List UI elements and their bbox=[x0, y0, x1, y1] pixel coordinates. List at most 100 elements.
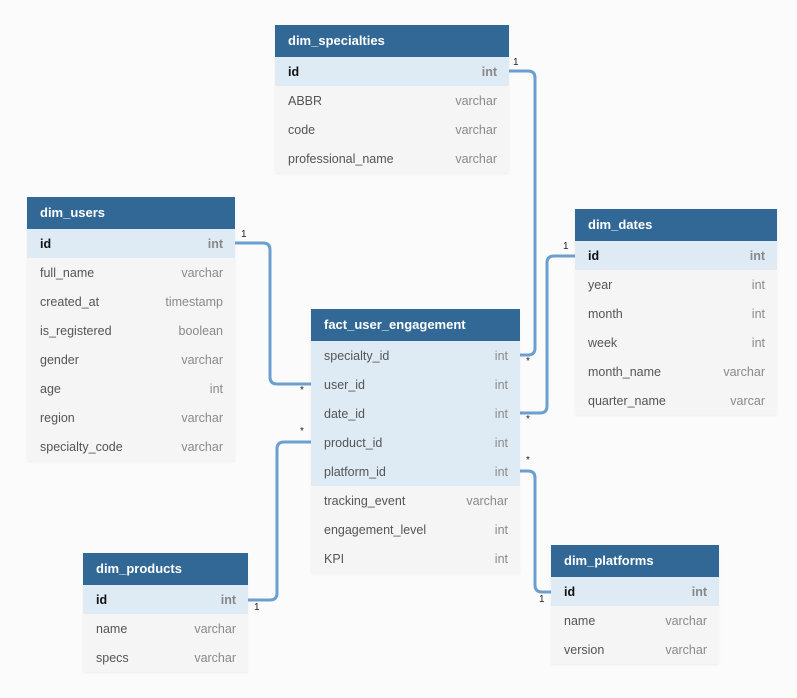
field-row[interactable]: quarter_name varcar bbox=[575, 386, 777, 415]
field-name: user_id bbox=[324, 377, 365, 392]
field-name: specs bbox=[96, 650, 129, 665]
field-type: int bbox=[494, 377, 508, 392]
field-row[interactable]: month_name varchar bbox=[575, 357, 777, 386]
field-row[interactable]: specialty_code varchar bbox=[27, 432, 235, 461]
field-row[interactable]: version varchar bbox=[551, 635, 719, 664]
field-row[interactable]: year int bbox=[575, 270, 777, 299]
field-row[interactable]: id int bbox=[27, 229, 235, 258]
table-header[interactable]: dim_platforms bbox=[551, 545, 719, 577]
field-name: full_name bbox=[40, 265, 95, 280]
cardinality-many: * bbox=[526, 356, 530, 367]
field-row[interactable]: name varchar bbox=[83, 614, 248, 643]
field-type: varchar bbox=[665, 642, 707, 657]
field-name: id bbox=[564, 584, 576, 599]
field-type: timestamp bbox=[165, 294, 223, 309]
field-row[interactable]: code varchar bbox=[275, 115, 509, 144]
field-row[interactable]: name varchar bbox=[551, 606, 719, 635]
field-row[interactable]: engagement_level int bbox=[311, 515, 520, 544]
field-name: is_registered bbox=[40, 323, 112, 338]
field-name: id bbox=[40, 236, 52, 251]
field-type: int bbox=[494, 406, 508, 421]
field-name: product_id bbox=[324, 435, 383, 450]
table-dim-platforms[interactable]: dim_platforms id int name varchar version v… bbox=[551, 545, 719, 664]
cardinality-one: 1 bbox=[513, 57, 519, 68]
table-dim-dates[interactable]: dim_dates id int year int month int week int… bbox=[575, 209, 777, 415]
field-type: int bbox=[751, 306, 765, 321]
field-row[interactable]: product_id int bbox=[311, 428, 520, 457]
field-row[interactable]: user_id int bbox=[311, 370, 520, 399]
cardinality-one: 1 bbox=[254, 602, 260, 613]
field-row[interactable]: specialty_id int bbox=[311, 341, 520, 370]
field-row[interactable]: is_registered boolean bbox=[27, 316, 235, 345]
cardinality-many: * bbox=[526, 455, 530, 466]
field-name: engagement_level bbox=[324, 522, 427, 537]
field-row[interactable]: id int bbox=[83, 585, 248, 614]
field-row[interactable]: age int bbox=[27, 374, 235, 403]
field-row[interactable]: professional_name varchar bbox=[275, 144, 509, 173]
cardinality-one: 1 bbox=[563, 241, 569, 252]
field-type: varcar bbox=[730, 393, 765, 408]
field-name: date_id bbox=[324, 406, 366, 421]
field-row[interactable]: gender varchar bbox=[27, 345, 235, 374]
field-type: varchar bbox=[455, 93, 497, 108]
table-header[interactable]: dim_dates bbox=[575, 209, 777, 241]
field-type: int bbox=[207, 236, 223, 251]
field-name: created_at bbox=[40, 294, 100, 309]
field-row[interactable]: specs varchar bbox=[83, 643, 248, 672]
field-name: specialty_id bbox=[324, 348, 390, 363]
table-header[interactable]: fact_user_engagement bbox=[311, 309, 520, 341]
field-name: ABBR bbox=[288, 93, 323, 108]
field-name: name bbox=[96, 621, 128, 636]
field-row[interactable]: id int bbox=[275, 57, 509, 86]
field-name: age bbox=[40, 381, 61, 396]
cardinality-one: 1 bbox=[241, 229, 247, 240]
relation-products-engagement[interactable] bbox=[248, 440, 311, 602]
field-row[interactable]: tracking_event varchar bbox=[311, 486, 520, 515]
field-name: code bbox=[288, 122, 316, 137]
relation-dates-engagement[interactable] bbox=[520, 254, 575, 415]
field-type: int bbox=[209, 381, 223, 396]
field-type: int bbox=[494, 464, 508, 479]
field-row[interactable]: week int bbox=[575, 328, 777, 357]
table-header[interactable]: dim_users bbox=[27, 197, 235, 229]
table-dim-specialties[interactable]: dim_specialties id int ABBR varchar code va… bbox=[275, 25, 509, 173]
field-row[interactable]: ABBR varchar bbox=[275, 86, 509, 115]
field-row[interactable]: full_name varchar bbox=[27, 258, 235, 287]
field-type: int bbox=[494, 551, 508, 566]
cardinality-one: 1 bbox=[539, 594, 545, 605]
field-row[interactable]: id int bbox=[575, 241, 777, 270]
field-type: varchar bbox=[466, 493, 508, 508]
table-header[interactable]: dim_products bbox=[83, 553, 248, 585]
field-name: version bbox=[564, 642, 605, 657]
field-name: id bbox=[588, 248, 600, 263]
field-name: gender bbox=[40, 352, 79, 367]
field-type: int bbox=[494, 522, 508, 537]
field-name: KPI bbox=[324, 551, 345, 566]
field-row[interactable]: KPI int bbox=[311, 544, 520, 573]
field-name: id bbox=[288, 64, 300, 79]
field-type: varchar bbox=[723, 364, 765, 379]
table-header[interactable]: dim_specialties bbox=[275, 25, 509, 57]
field-row[interactable]: platform_id int bbox=[311, 457, 520, 486]
field-row[interactable]: id int bbox=[551, 577, 719, 606]
field-type: varchar bbox=[181, 439, 223, 454]
field-row[interactable]: region varchar bbox=[27, 403, 235, 432]
field-name: week bbox=[588, 335, 618, 350]
field-type: varchar bbox=[181, 352, 223, 367]
relation-platforms-engagement[interactable] bbox=[520, 469, 551, 594]
field-name: platform_id bbox=[324, 464, 386, 479]
field-row[interactable]: created_at timestamp bbox=[27, 287, 235, 316]
field-row[interactable]: date_id int bbox=[311, 399, 520, 428]
cardinality-many: * bbox=[526, 414, 530, 425]
field-type: varchar bbox=[181, 410, 223, 425]
table-fact-user-engagement[interactable]: fact_user_engagement specialty_id int use… bbox=[311, 309, 520, 573]
table-dim-products[interactable]: dim_products id int name varchar specs varc… bbox=[83, 553, 248, 672]
relation-users-engagement[interactable] bbox=[235, 241, 311, 386]
field-name: specialty_code bbox=[40, 439, 123, 454]
field-row[interactable]: month int bbox=[575, 299, 777, 328]
field-type: int bbox=[494, 435, 508, 450]
field-name: month_name bbox=[588, 364, 661, 379]
field-type: varchar bbox=[194, 650, 236, 665]
table-dim-users[interactable]: dim_users id int full_name varchar created… bbox=[27, 197, 235, 461]
field-name: month bbox=[588, 306, 623, 321]
